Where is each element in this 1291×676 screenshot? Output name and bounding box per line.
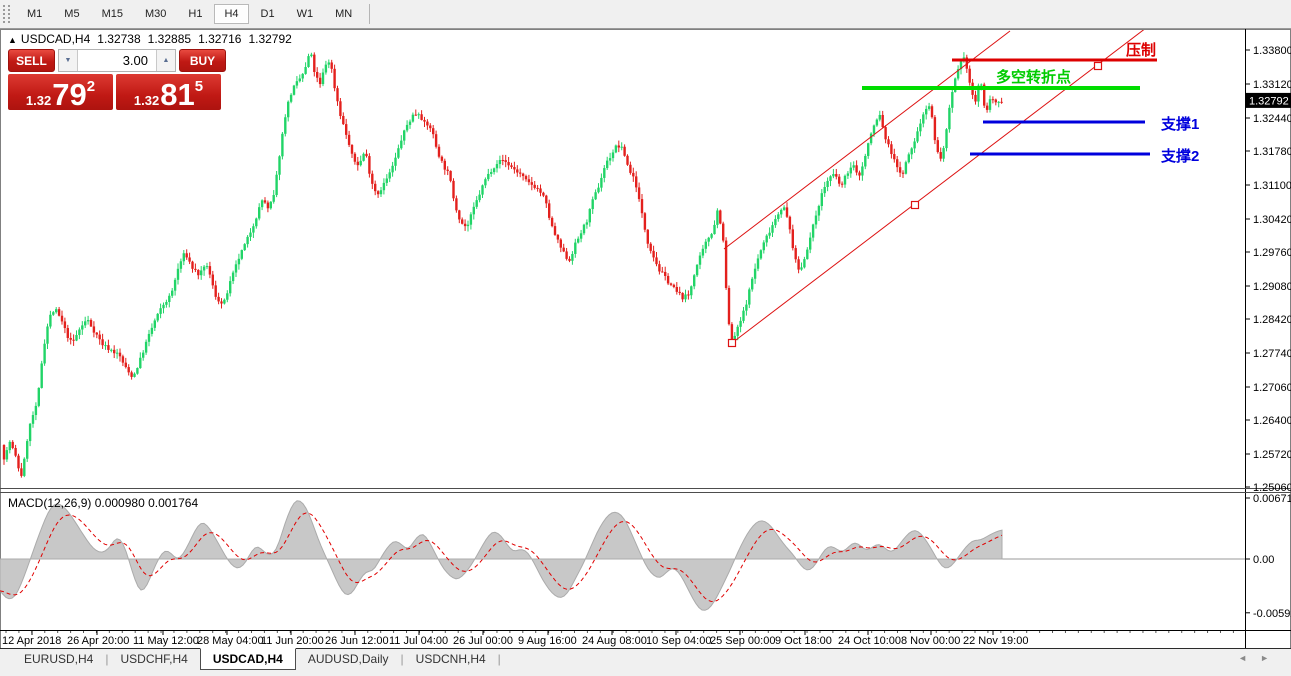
timeframe-button-w1[interactable]: W1	[287, 4, 324, 24]
high-value: 1.32885	[148, 32, 191, 46]
support1-line-label[interactable]: 支撑1	[1160, 115, 1199, 133]
close-value: 1.32792	[248, 32, 291, 46]
price-axis-label: 1.31780	[1253, 146, 1291, 158]
timeframe-button-m5[interactable]: M5	[54, 4, 89, 24]
timeframe-button-m30[interactable]: M30	[135, 4, 176, 24]
price-axis-label: 1.27740	[1253, 348, 1291, 360]
trendline-handle[interactable]	[912, 202, 919, 209]
price-axis-label: 1.32440	[1253, 113, 1291, 125]
sell-price-prefix: 1.32	[26, 94, 51, 107]
support2-line-label[interactable]: 支撑2	[1160, 147, 1199, 165]
chart-tab-audusd-daily[interactable]: AUDUSD,Daily	[296, 649, 401, 669]
time-axis-label: 12 Apr 2018	[2, 635, 61, 647]
one-click-trading-panel: SELL ▼ 3.00 ▲ BUY 1.32 79 2 1.32 81 5	[8, 49, 226, 110]
time-axis-label: 9 Oct 18:00	[775, 635, 832, 647]
time-axis-label: 11 May 12:00	[133, 635, 199, 647]
price-axis-label: 1.27060	[1253, 382, 1291, 394]
triangle-down-icon: ▼	[65, 57, 72, 64]
time-axis-label: 26 Jul 00:00	[453, 635, 513, 647]
timeframe-button-m1[interactable]: M1	[17, 4, 52, 24]
time-axis-label: 22 Nov 19:00	[963, 635, 1028, 647]
volume-stepper: ▼ 3.00 ▲	[58, 49, 176, 72]
tab-scroll-right-icon[interactable]: ►	[1260, 653, 1269, 663]
time-axis-label: 8 Nov 00:00	[901, 635, 960, 647]
trading-platform-window: M1M5M15M30H1H4D1W1MN 压制多空转折点支撑1 支撑2 1.3380…	[0, 0, 1291, 676]
price-axis-label: 1.25720	[1253, 449, 1291, 461]
buy-price-big-digits: 81	[160, 82, 194, 107]
chart-tab-eurusd-h4[interactable]: EURUSD,H4	[12, 649, 105, 669]
buy-price-prefix: 1.32	[134, 94, 159, 107]
macd-axis-label: 0.006718	[1253, 493, 1291, 505]
time-axis-label: 11 Jul 04:00	[389, 635, 448, 647]
buy-button[interactable]: BUY	[179, 49, 226, 72]
current-price-label: 1.32792	[1249, 95, 1289, 107]
time-axis-label: 25 Sep 00:00	[710, 635, 775, 647]
macd-axis-label: -0.005925	[1253, 608, 1291, 620]
time-axis-label: 24 Aug 08:00	[582, 635, 647, 647]
price-axis-label: 1.33120	[1253, 79, 1291, 91]
time-axis-label: 26 Jun 12:00	[325, 635, 389, 647]
price-axis-label: 1.33800	[1253, 45, 1291, 57]
tab-separator: |	[498, 649, 501, 669]
buy-price-display[interactable]: 1.32 81 5	[116, 74, 221, 110]
triangle-up-icon: ▲	[163, 57, 170, 64]
chart-tab-usdcad-h4[interactable]: USDCAD,H4	[200, 648, 296, 670]
price-axis-label: 1.26400	[1253, 415, 1291, 427]
time-axis-label: 9 Aug 16:00	[518, 635, 577, 647]
timeframe-button-m15[interactable]: M15	[92, 4, 133, 24]
price-axis-label: 1.28420	[1253, 314, 1291, 326]
price-axis-label: 1.30420	[1253, 214, 1291, 226]
time-axis-label: 28 May 04:00	[197, 635, 264, 647]
time-axis-label: 11 Jun 20:00	[261, 635, 324, 647]
trendline-handle[interactable]	[1095, 63, 1102, 70]
chart-tab-bar: EURUSD,H4 | USDCHF,H4USDCAD,H4AUDUSD,Daily…	[0, 648, 1291, 676]
price-axis-label: 1.29080	[1253, 281, 1291, 293]
toolbar-separator	[369, 4, 370, 24]
time-axis-label: 10 Sep 04:00	[646, 635, 711, 647]
timeframe-toolbar: M1M5M15M30H1H4D1W1MN	[0, 0, 1291, 29]
symbol-period-label: USDCAD,H4	[21, 32, 90, 46]
buy-price-pip: 5	[195, 79, 203, 94]
collapse-panel-icon[interactable]: ▲	[8, 35, 17, 45]
volume-decrease-button[interactable]: ▼	[59, 50, 78, 71]
sell-button[interactable]: SELL	[8, 49, 55, 72]
tab-scroll-left-icon[interactable]: ◄	[1238, 653, 1247, 663]
timeframe-button-h4[interactable]: H4	[214, 4, 248, 24]
trendline-handle[interactable]	[729, 340, 736, 347]
price-axis-label: 1.31100	[1253, 180, 1291, 192]
volume-increase-button[interactable]: ▲	[156, 50, 175, 71]
volume-input[interactable]: 3.00	[78, 50, 156, 71]
sell-price-pip: 2	[87, 79, 95, 94]
timeframe-button-d1[interactable]: D1	[251, 4, 285, 24]
chart-tab-usdchf-h4[interactable]: USDCHF,H4	[108, 649, 199, 669]
chart-ohlc-header: ▲ USDCAD,H4 1.32738 1.32885 1.32716 1.32792	[8, 32, 292, 46]
macd-axis-label: 0.00	[1253, 554, 1274, 566]
time-axis-label: 26 Apr 20:00	[67, 635, 129, 647]
timeframe-button-h1[interactable]: H1	[178, 4, 212, 24]
resistance-line-label[interactable]: 压制	[1126, 41, 1156, 59]
time-axis-label: 24 Oct 10:00	[838, 635, 901, 647]
price-axis-label: 1.29760	[1253, 247, 1291, 259]
chart-tab-usdcnh-h4[interactable]: USDCNH,H4	[404, 649, 498, 669]
low-value: 1.32716	[198, 32, 241, 46]
macd-indicator-label: MACD(12,26,9) 0.000980 0.001764	[8, 496, 198, 510]
open-value: 1.32738	[97, 32, 140, 46]
toolbar-grip-handle[interactable]	[3, 5, 10, 23]
pivot-line-label[interactable]: 多空转折点	[996, 68, 1071, 86]
sell-price-display[interactable]: 1.32 79 2	[8, 74, 113, 110]
sell-price-big-digits: 79	[52, 82, 86, 107]
timeframe-button-mn[interactable]: MN	[325, 4, 362, 24]
